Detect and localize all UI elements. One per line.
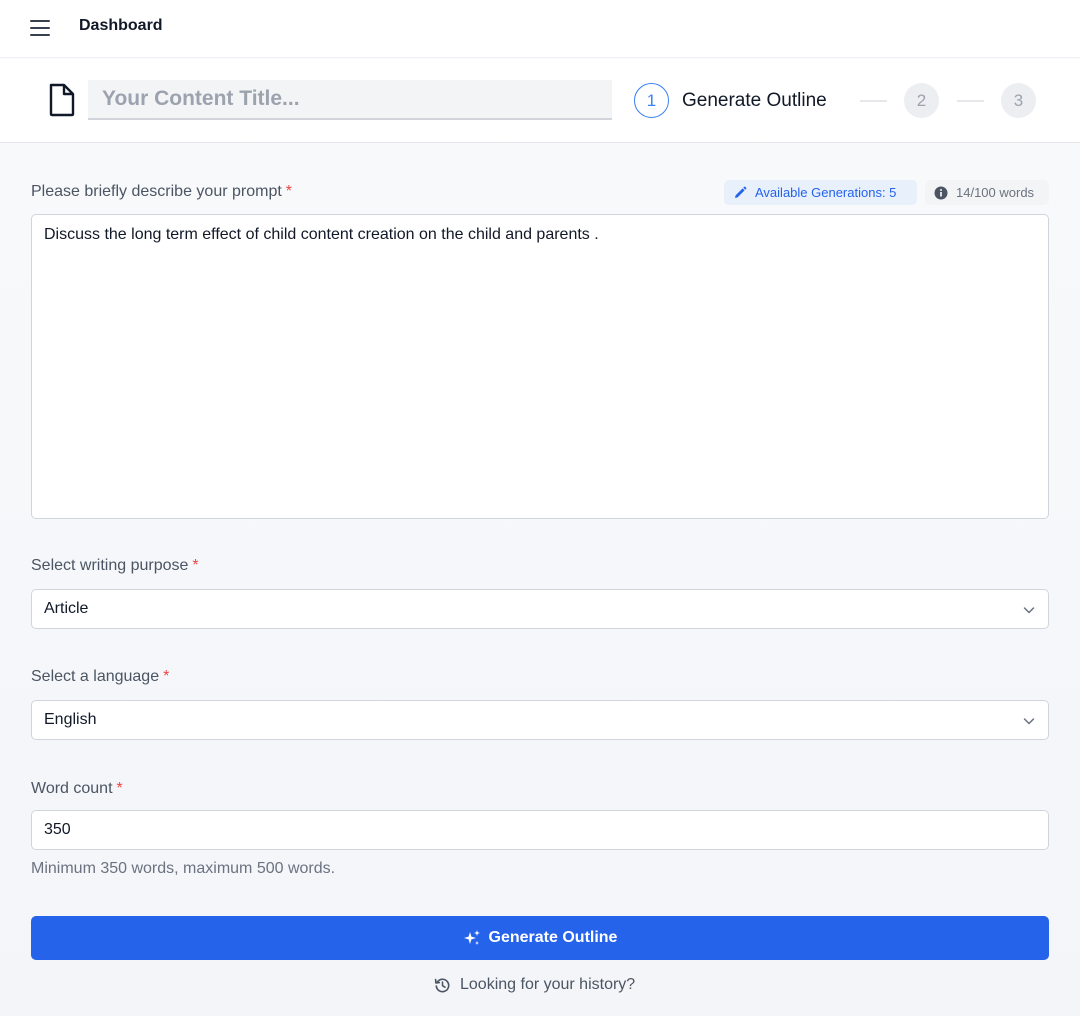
step-3-indicator[interactable]: 3	[1001, 83, 1036, 118]
writing-purpose-select[interactable]: Article	[31, 589, 1049, 629]
top-bar: Dashboard	[0, 0, 1080, 58]
step-connector	[860, 100, 887, 102]
word-count-label-text: Word count	[31, 780, 113, 797]
hamburger-menu-icon[interactable]	[28, 18, 52, 38]
word-counter-text: 14/100 words	[956, 185, 1035, 200]
document-icon	[49, 83, 75, 117]
language-label: Select a language *	[31, 668, 169, 686]
chevron-down-icon	[1023, 718, 1035, 725]
writing-purpose-value: Article	[44, 600, 89, 617]
required-mark: *	[285, 183, 293, 200]
page-title: Dashboard	[79, 17, 163, 34]
language-value: English	[44, 711, 97, 728]
word-count-help: Minimum 350 words, maximum 500 words.	[31, 860, 336, 877]
chevron-down-icon	[1023, 607, 1035, 614]
pencil-icon	[735, 186, 747, 198]
info-icon	[934, 186, 948, 199]
prompt-textarea[interactable]: Discuss the long term effect of child co…	[31, 214, 1049, 519]
required-mark: *	[116, 780, 123, 797]
history-link-label: Looking for your history?	[460, 976, 636, 993]
available-generations-text: Available Generations: 5	[755, 185, 897, 200]
word-counter-badge: 14/100 words	[925, 180, 1049, 205]
purpose-label-text: Select writing purpose	[31, 557, 189, 574]
history-link[interactable]: Looking for your history?	[434, 974, 635, 996]
step-1-indicator[interactable]: 1	[634, 83, 669, 118]
word-count-label: Word count *	[31, 780, 123, 798]
step-1-label: Generate Outline	[682, 90, 827, 111]
content-title-input[interactable]	[88, 80, 612, 120]
history-icon	[434, 977, 450, 992]
step-2-indicator[interactable]: 2	[904, 83, 939, 118]
available-generations-badge: Available Generations: 5	[724, 180, 917, 205]
generate-outline-label: Generate Outline	[488, 929, 618, 946]
step-connector	[957, 100, 984, 102]
purpose-label: Select writing purpose *	[31, 557, 199, 575]
required-mark: *	[192, 557, 199, 574]
language-select[interactable]: English	[31, 700, 1049, 740]
generate-outline-button[interactable]: Generate Outline	[31, 916, 1049, 960]
language-label-text: Select a language	[31, 668, 160, 685]
sparkles-icon	[463, 930, 480, 945]
prompt-label: Please briefly describe your prompt *	[31, 183, 292, 201]
title-stepper-row: 1 Generate Outline 2 3	[0, 59, 1080, 143]
prompt-label-text: Please briefly describe your prompt	[31, 183, 282, 200]
required-mark: *	[163, 668, 170, 685]
word-count-input[interactable]	[31, 810, 1049, 850]
